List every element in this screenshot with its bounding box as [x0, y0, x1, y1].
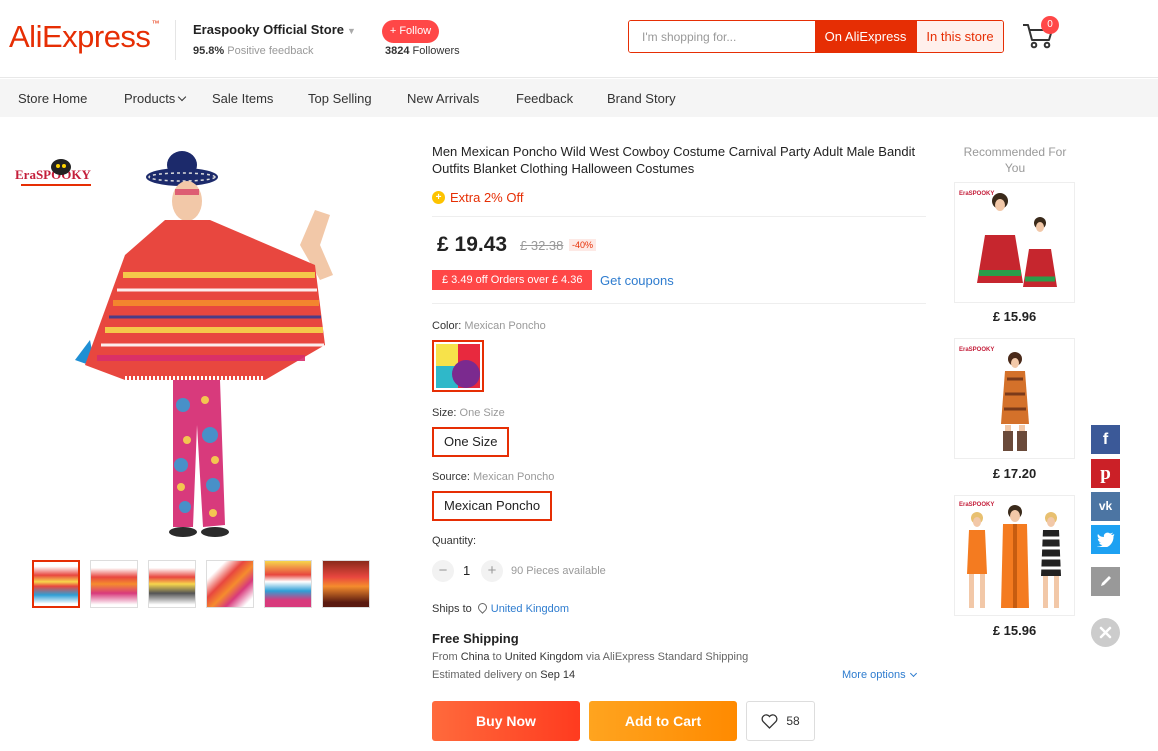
recommended-item-price: £ 17.20	[992, 466, 1037, 481]
chevron-down-icon	[909, 669, 917, 678]
thumbnail[interactable]	[32, 560, 80, 608]
buy-now-button[interactable]: Buy Now	[432, 701, 580, 741]
ships-to-country-link[interactable]: United Kingdom	[491, 603, 569, 615]
add-to-cart-button[interactable]: Add to Cart	[589, 701, 737, 741]
free-shipping-title: Free Shipping	[432, 631, 519, 646]
shipping-route: From China to United Kingdom via AliExpr…	[432, 651, 749, 663]
thumbnail-strip	[32, 560, 380, 608]
thumbnail[interactable]	[264, 560, 312, 608]
store-name[interactable]: Eraspooky Official Store ▼	[193, 22, 356, 37]
recommended-item-price: £ 15.96	[992, 309, 1037, 324]
original-price: £ 32.38	[520, 238, 564, 253]
thumbnail[interactable]	[148, 560, 196, 608]
nav-products[interactable]: Products	[124, 91, 187, 106]
divider	[432, 303, 926, 304]
caret-down-icon: ▼	[347, 26, 356, 36]
estimated-delivery: Estimated delivery on Sep 14	[432, 669, 576, 681]
follow-button[interactable]: + Follow	[382, 20, 439, 43]
coupon-tag[interactable]: £ 3.49 off Orders over £ 4.36	[432, 270, 597, 290]
recommended-title: Recommended For You	[963, 145, 1067, 175]
vk-icon[interactable]: vk	[1091, 492, 1120, 521]
close-icon[interactable]	[1091, 618, 1120, 647]
recommended-item-image[interactable]: EraSPOOKY	[954, 495, 1075, 616]
discount-badge: -40%	[569, 239, 597, 251]
svg-text:EraSPOOKY: EraSPOOKY	[959, 502, 994, 508]
facebook-icon[interactable]: f	[1091, 425, 1120, 454]
size-label: Size: One Size	[432, 407, 505, 419]
header: AliExpress™ Eraspooky Official Store ▼ 95…	[0, 0, 1158, 78]
size-option-one-size[interactable]: One Size	[432, 427, 510, 457]
edit-icon[interactable]	[1091, 567, 1120, 596]
main-product-image[interactable]: EraSPOOKY	[15, 135, 405, 545]
cart-badge: 0	[1041, 16, 1059, 34]
nav-feedback[interactable]: Feedback	[516, 91, 573, 106]
thumbnail[interactable]	[90, 560, 138, 608]
store-nav: Store Home Products Sale Items Top Selli…	[0, 79, 1158, 117]
extra-off-badge: + Extra 2% Off	[432, 190, 523, 205]
svg-text:EraSPOOKY: EraSPOOKY	[959, 347, 994, 353]
twitter-icon[interactable]	[1091, 525, 1120, 554]
store-feedback: 95.8% Positive feedback	[193, 45, 314, 57]
recommended-item-image[interactable]: EraSPOOKY	[954, 338, 1075, 459]
wishlist-button[interactable]: 58	[746, 701, 815, 741]
search-on-aliexpress-button[interactable]: On AliExpress	[815, 21, 916, 52]
pieces-available: 90 Pieces available	[511, 565, 606, 577]
get-coupons-link[interactable]: Get coupons	[600, 273, 674, 288]
nav-store-home[interactable]: Store Home	[18, 91, 87, 106]
aliexpress-logo[interactable]: AliExpress™	[9, 19, 159, 55]
brand-logo: EraSPOOKY	[15, 159, 91, 186]
thumbnail[interactable]	[206, 560, 254, 608]
followers-count: 3824 Followers	[385, 45, 460, 57]
quantity-increase-button[interactable]: +	[481, 560, 503, 582]
more-shipping-options-link[interactable]: More options	[842, 669, 917, 681]
chevron-down-icon	[178, 92, 187, 102]
recommended-item-price: £ 15.96	[992, 623, 1037, 638]
quantity-label: Quantity:	[432, 535, 477, 547]
quantity-decrease-button[interactable]: −	[432, 560, 454, 582]
search-box: On AliExpress In this store	[628, 20, 1004, 53]
heart-icon	[761, 713, 778, 729]
color-swatch-mexican-poncho[interactable]	[432, 340, 484, 392]
header-divider	[175, 20, 176, 60]
divider	[432, 216, 926, 217]
nav-sale-items[interactable]: Sale Items	[212, 91, 273, 106]
nav-new-arrivals[interactable]: New Arrivals	[407, 91, 479, 106]
recommended-item-image[interactable]: EraSPOOKY	[954, 182, 1075, 303]
quantity-value[interactable]: 1	[463, 563, 470, 578]
thumbnail[interactable]	[322, 560, 370, 608]
source-label: Source: Mexican Poncho	[432, 471, 555, 483]
search-input[interactable]	[629, 21, 815, 52]
search-in-store-button[interactable]: In this store	[916, 21, 1003, 52]
color-label: Color: Mexican Poncho	[432, 320, 546, 332]
svg-text:EraSPOOKY: EraSPOOKY	[959, 191, 994, 197]
nav-top-selling[interactable]: Top Selling	[308, 91, 372, 106]
pinterest-icon[interactable]: p	[1091, 459, 1120, 488]
product-title: Men Mexican Poncho Wild West Cowboy Cost…	[432, 144, 916, 176]
ships-to: Ships to United Kingdom	[432, 601, 570, 615]
product-price: £ 19.43	[437, 233, 508, 256]
nav-brand-story[interactable]: Brand Story	[607, 91, 676, 106]
source-option-mexican-poncho[interactable]: Mexican Poncho	[432, 491, 553, 521]
location-pin-icon	[475, 601, 489, 614]
plus-icon: +	[432, 191, 445, 204]
